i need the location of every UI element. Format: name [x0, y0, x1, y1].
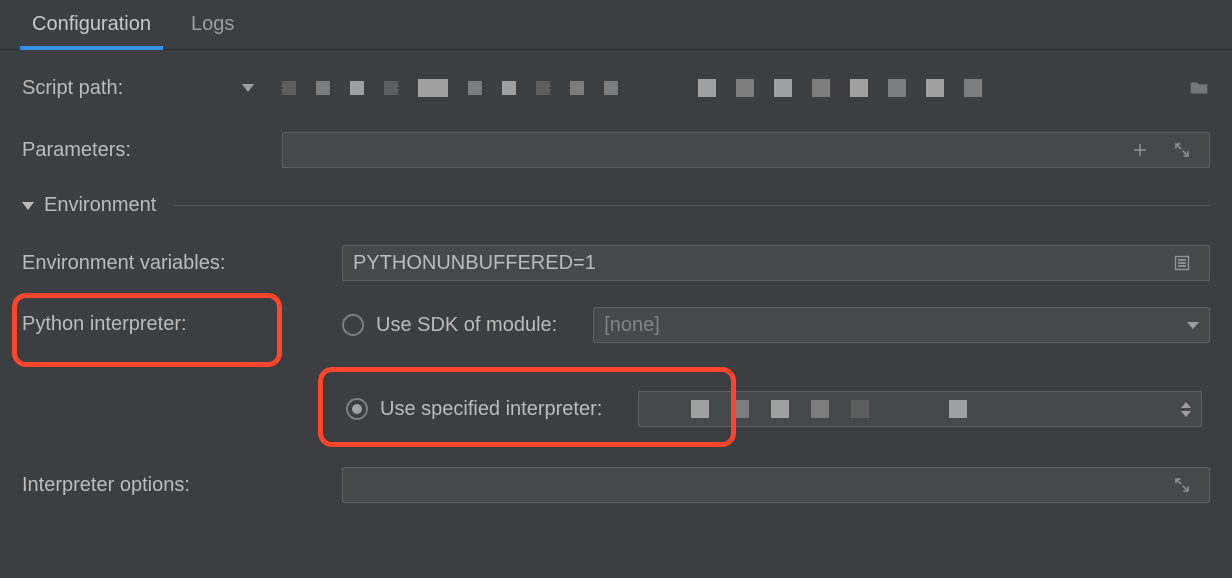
env-vars-label-group: Environment variables: — [22, 252, 342, 275]
tab-logs[interactable]: Logs — [171, 0, 254, 49]
parameters-label-group: Parameters: — [22, 139, 282, 162]
env-vars-field-wrap: PYTHONUNBUFFERED=1 — [342, 245, 1210, 281]
radio-icon — [342, 314, 364, 336]
interpreter-options-input[interactable] — [342, 467, 1210, 503]
python-interpreter-label: Python interpreter: — [22, 313, 187, 336]
environment-section-header[interactable]: Environment — [22, 194, 1210, 217]
chevron-down-icon — [1181, 402, 1191, 417]
browse-path-icon[interactable] — [1188, 77, 1210, 99]
radio-use-sdk-label: Use SDK of module: — [376, 314, 557, 337]
radio-icon — [346, 398, 368, 420]
redacted-interpreter — [691, 396, 967, 422]
script-path-label-group[interactable]: Script path: — [22, 77, 282, 100]
row-interpreter-options: Interpreter options: — [22, 467, 1210, 503]
env-vars-input[interactable]: PYTHONUNBUFFERED=1 — [342, 245, 1210, 281]
script-path-field-wrap — [282, 70, 1210, 106]
interpreter-options-field-wrap — [342, 467, 1210, 503]
plus-icon[interactable] — [1129, 139, 1151, 161]
redacted-path — [282, 70, 982, 106]
sdk-module-dropdown[interactable]: [none] — [593, 307, 1210, 343]
env-vars-label: Environment variables: — [22, 252, 225, 275]
radio-use-sdk[interactable]: Use SDK of module: [none] — [342, 307, 1210, 343]
chevron-down-icon — [22, 202, 34, 210]
section-divider — [174, 205, 1210, 206]
row-env-vars: Environment variables: PYTHONUNBUFFERED=… — [22, 245, 1210, 281]
row-parameters: Parameters: — [22, 132, 1210, 168]
chevron-down-icon — [1187, 322, 1199, 329]
list-icon[interactable] — [1171, 252, 1193, 274]
tab-label: Configuration — [32, 13, 151, 35]
config-form: Script path: — [0, 50, 1232, 537]
interpreter-options-label-group: Interpreter options: — [22, 474, 342, 497]
row-script-path: Script path: — [22, 70, 1210, 106]
parameters-label: Parameters: — [22, 139, 131, 162]
environment-section-title: Environment — [44, 194, 156, 217]
script-path-input[interactable] — [282, 70, 1176, 106]
interpreter-choice-group: Use SDK of module: [none] Use specified … — [342, 307, 1210, 447]
tab-configuration[interactable]: Configuration — [12, 0, 171, 49]
env-vars-value: PYTHONUNBUFFERED=1 — [353, 252, 596, 275]
radio-use-specified[interactable]: Use specified interpreter: — [342, 371, 1210, 447]
radio-use-specified-label: Use specified interpreter: — [380, 398, 602, 421]
sdk-module-value: [none] — [604, 314, 660, 337]
specified-interpreter-dropdown[interactable] — [638, 391, 1202, 427]
parameters-input[interactable] — [282, 132, 1210, 168]
expand-icon[interactable] — [1171, 139, 1193, 161]
parameters-field-wrap — [282, 132, 1210, 168]
chevron-down-icon — [242, 84, 254, 92]
tab-label: Logs — [191, 13, 234, 35]
tab-bar: Configuration Logs — [0, 0, 1232, 50]
interpreter-options-label: Interpreter options: — [22, 474, 190, 497]
python-interpreter-label-group: Python interpreter: — [22, 307, 342, 336]
expand-icon[interactable] — [1171, 474, 1193, 496]
row-python-interpreter: Python interpreter: Use SDK of module: [… — [22, 307, 1210, 447]
run-config-panel: Configuration Logs Script path: — [0, 0, 1232, 557]
script-path-label: Script path: — [22, 77, 123, 100]
